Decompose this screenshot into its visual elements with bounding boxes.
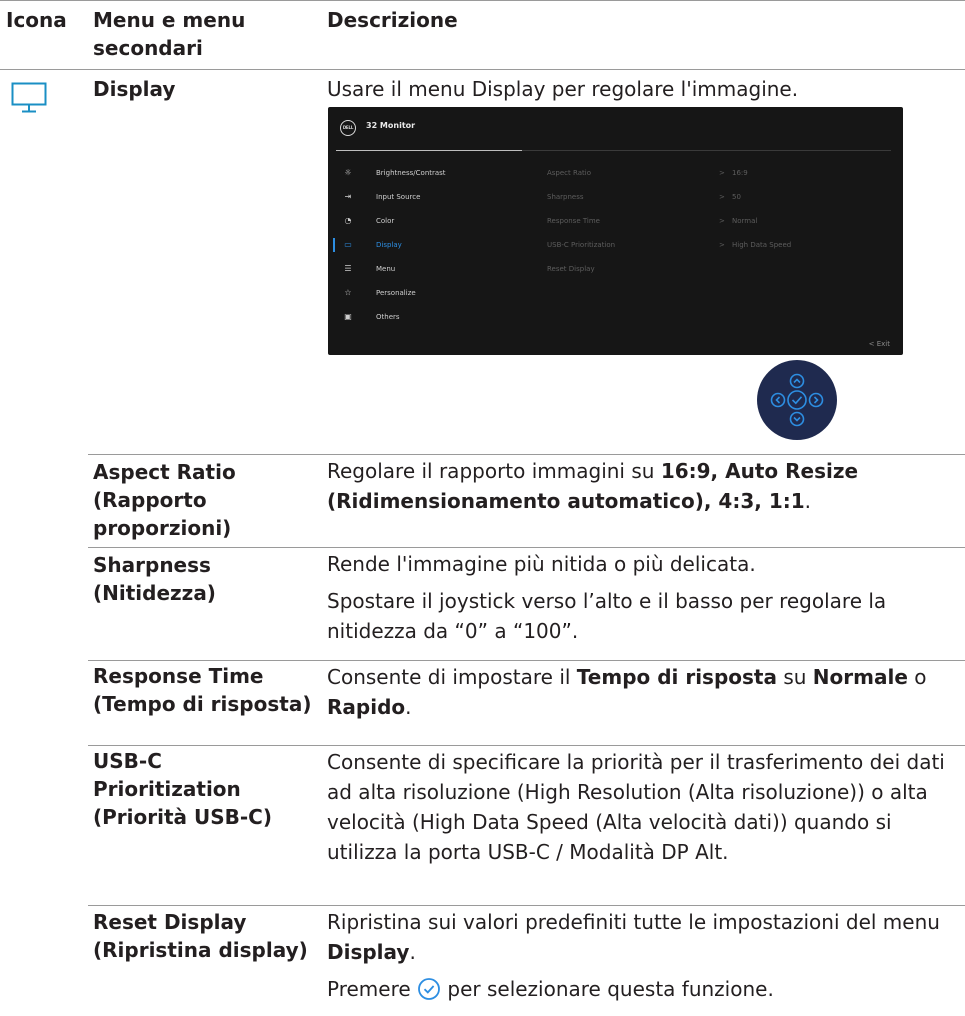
osd-submenu-aspect-ratio[interactable]: Aspect Ratio	[547, 163, 591, 183]
row-divider	[88, 547, 965, 548]
osd-menu-label: Menu	[376, 265, 396, 273]
row-divider	[88, 745, 965, 746]
osd-menu-item-others[interactable]: ▣ Others	[336, 307, 522, 327]
desc-bold: Normale	[812, 665, 908, 689]
reset-display-name: Reset Display (Ripristina display)	[93, 910, 308, 962]
osd-menu-item-input-source[interactable]: ⇥ Input Source	[336, 187, 522, 207]
response-time-name: Response Time (Tempo di risposta)	[93, 664, 312, 716]
dell-logo: DELL	[340, 120, 356, 136]
display-description: Usare il menu Display per regolare l'imm…	[327, 77, 799, 101]
sun-icon: ☼	[344, 168, 352, 177]
header-menu-column: Menu e menu secondari	[93, 8, 246, 60]
desc-text: .	[409, 940, 416, 964]
header-bottom-border	[0, 69, 965, 70]
response-time-description: Consente di impostare il Tempo di rispos…	[327, 662, 962, 722]
desc-bold: Rapido	[327, 695, 406, 719]
usbc-prioritization-name: USB-C Prioritization (Priorità USB-C)	[93, 749, 273, 829]
header-icon-column: Icona	[6, 8, 67, 32]
others-icon: ▣	[344, 312, 352, 321]
osd-menu-label: Input Source	[376, 193, 421, 201]
osd-menu-item-menu[interactable]: ☰ Menu	[336, 259, 522, 279]
desc-text: Consente di impostare il	[327, 665, 577, 689]
display-menu-name: Display	[93, 77, 176, 101]
usbc-prioritization-description: Consente di specificare la priorità per …	[327, 750, 945, 864]
desc-text: su	[776, 665, 813, 689]
osd-submenu-reset-display[interactable]: Reset Display	[547, 259, 595, 279]
osd-menu-label: Personalize	[376, 289, 416, 297]
osd-divider-active	[336, 150, 522, 151]
row-divider	[88, 454, 965, 455]
sharpness-description: Rende l'immagine più nitida o più delica…	[327, 549, 962, 646]
check-circle-icon	[418, 978, 440, 1000]
monitor-icon	[11, 82, 47, 113]
desc-text: Spostare il joystick verso l’alto e il b…	[327, 589, 887, 643]
row-divider	[88, 905, 965, 906]
desc-text: .	[804, 489, 812, 513]
palette-icon: ◔	[344, 216, 352, 225]
osd-menu-label: Display	[376, 241, 402, 249]
aspect-ratio-description: Regolare il rapporto immagini su 16:9, A…	[327, 456, 962, 516]
osd-submenu-value: Normal	[732, 217, 758, 225]
desc-text: .	[405, 695, 412, 719]
osd-menu-label: Others	[376, 313, 400, 321]
osd-menu-item-color[interactable]: ◔ Color	[336, 211, 522, 231]
aspect-ratio-name: Aspect Ratio (Rapporto proporzioni)	[93, 460, 236, 540]
osd-divider	[522, 150, 891, 151]
osd-submenu-sharpness[interactable]: Sharpness	[547, 187, 584, 207]
reset-display-description: Ripristina sui valori predefiniti tutte …	[327, 907, 962, 1004]
monitor-icon: ▭	[344, 240, 352, 249]
chevron-right-icon: >	[719, 193, 725, 201]
desc-text: Premere	[327, 977, 418, 1001]
menu-icon: ☰	[344, 264, 352, 273]
desc-text: per selezionare questa funzione.	[441, 977, 774, 1001]
osd-exit-button[interactable]: < Exit	[869, 340, 890, 348]
desc-text: Ripristina sui valori predefiniti tutte …	[327, 910, 940, 934]
chevron-right-icon: >	[719, 241, 725, 249]
osd-submenu-value: High Data Speed	[732, 241, 792, 249]
osd-menu-item-display[interactable]: ▭ Display	[333, 235, 522, 255]
osd-menu-item-brightness[interactable]: ☼ Brightness/Contrast	[336, 163, 522, 183]
osd-submenu-response-time[interactable]: Response Time	[547, 211, 600, 231]
osd-submenu-value: 16:9	[732, 169, 748, 177]
desc-text: Rende l'immagine più nitida o più delica…	[327, 552, 756, 576]
desc-text: o	[907, 665, 927, 689]
osd-menu-label: Brightness/Contrast	[376, 169, 446, 177]
header-description-column: Descrizione	[327, 8, 458, 32]
chevron-right-icon: >	[719, 217, 725, 225]
osd-menu-label: Color	[376, 217, 395, 225]
joystick-icon	[757, 360, 837, 440]
sharpness-name: Sharpness (Nitidezza)	[93, 553, 216, 605]
osd-menu-item-personalize[interactable]: ☆ Personalize	[336, 283, 522, 303]
desc-bold: Tempo di risposta	[576, 665, 777, 689]
input-icon: ⇥	[344, 192, 352, 201]
desc-bold: Display	[327, 940, 410, 964]
osd-submenu-usbc-prioritization[interactable]: USB-C Prioritization	[547, 235, 615, 255]
osd-title: 32 Monitor	[366, 121, 416, 130]
osd-submenu-value: 50	[732, 193, 741, 201]
row-divider	[88, 660, 965, 661]
osd-screenshot: DELL 32 Monitor ☼ Brightness/Contrast ⇥ …	[328, 107, 903, 355]
desc-text: Regolare il rapporto immagini su	[327, 459, 661, 483]
table-top-border	[0, 0, 965, 1]
star-icon: ☆	[344, 288, 352, 297]
chevron-right-icon: >	[719, 169, 725, 177]
